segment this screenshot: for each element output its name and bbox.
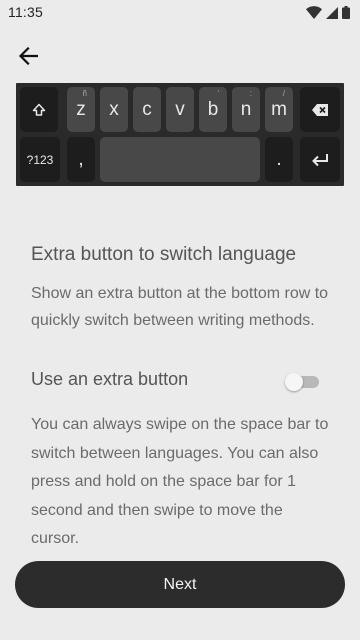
shift-key[interactable] — [20, 87, 58, 132]
shift-icon — [32, 103, 46, 116]
key-v[interactable]: v — [166, 87, 194, 132]
key-label: . — [276, 148, 282, 170]
page-title: Extra button to switch language — [31, 244, 297, 265]
key-label: , — [78, 148, 84, 170]
next-button[interactable]: Next — [15, 561, 345, 608]
toggle-thumb — [285, 373, 303, 391]
enter-icon — [312, 153, 328, 166]
info-text: You can always swipe on the space bar to… — [31, 416, 329, 547]
key-label: c — [142, 98, 152, 120]
status-bar: 11:35 — [0, 0, 360, 24]
key-hint: : — [249, 89, 252, 98]
key-label: x — [109, 98, 119, 120]
key-x[interactable]: x — [100, 87, 128, 132]
wifi-icon — [306, 5, 322, 19]
symbols-key[interactable]: ?123 — [20, 137, 60, 182]
comma-key[interactable]: , — [67, 137, 95, 182]
key-label: m — [271, 98, 287, 120]
key-z[interactable]: ñ z — [67, 87, 95, 132]
key-hint: ' — [217, 89, 219, 98]
space-key[interactable] — [100, 137, 260, 182]
extra-button-toggle[interactable] — [285, 373, 320, 391]
period-key[interactable]: . — [265, 137, 293, 182]
backspace-key[interactable] — [300, 87, 340, 132]
key-label: ?123 — [26, 152, 54, 167]
key-hint: ñ — [82, 89, 87, 98]
key-label: b — [207, 98, 219, 120]
key-b[interactable]: ' b — [199, 87, 227, 132]
description-text: Show an extra button at the bottom row t… — [31, 285, 329, 329]
status-icons — [306, 5, 350, 19]
key-n[interactable]: : n — [232, 87, 260, 132]
key-m[interactable]: / m — [265, 87, 293, 132]
key-hint: / — [282, 89, 285, 98]
enter-key[interactable] — [300, 137, 340, 182]
arrow-left-icon — [18, 47, 38, 65]
key-c[interactable]: c — [133, 87, 161, 132]
back-button[interactable] — [12, 40, 44, 72]
key-label: n — [240, 98, 252, 120]
key-label: z — [76, 98, 86, 120]
battery-icon — [342, 5, 350, 19]
keyboard-preview: ñ z x c v ' b : n / m ?123 , . — [16, 83, 344, 186]
status-time: 11:35 — [8, 4, 43, 20]
option-label: Use an extra button — [31, 369, 189, 389]
key-label: v — [175, 98, 185, 120]
backspace-icon — [312, 103, 328, 116]
cell-signal-icon — [326, 6, 338, 19]
